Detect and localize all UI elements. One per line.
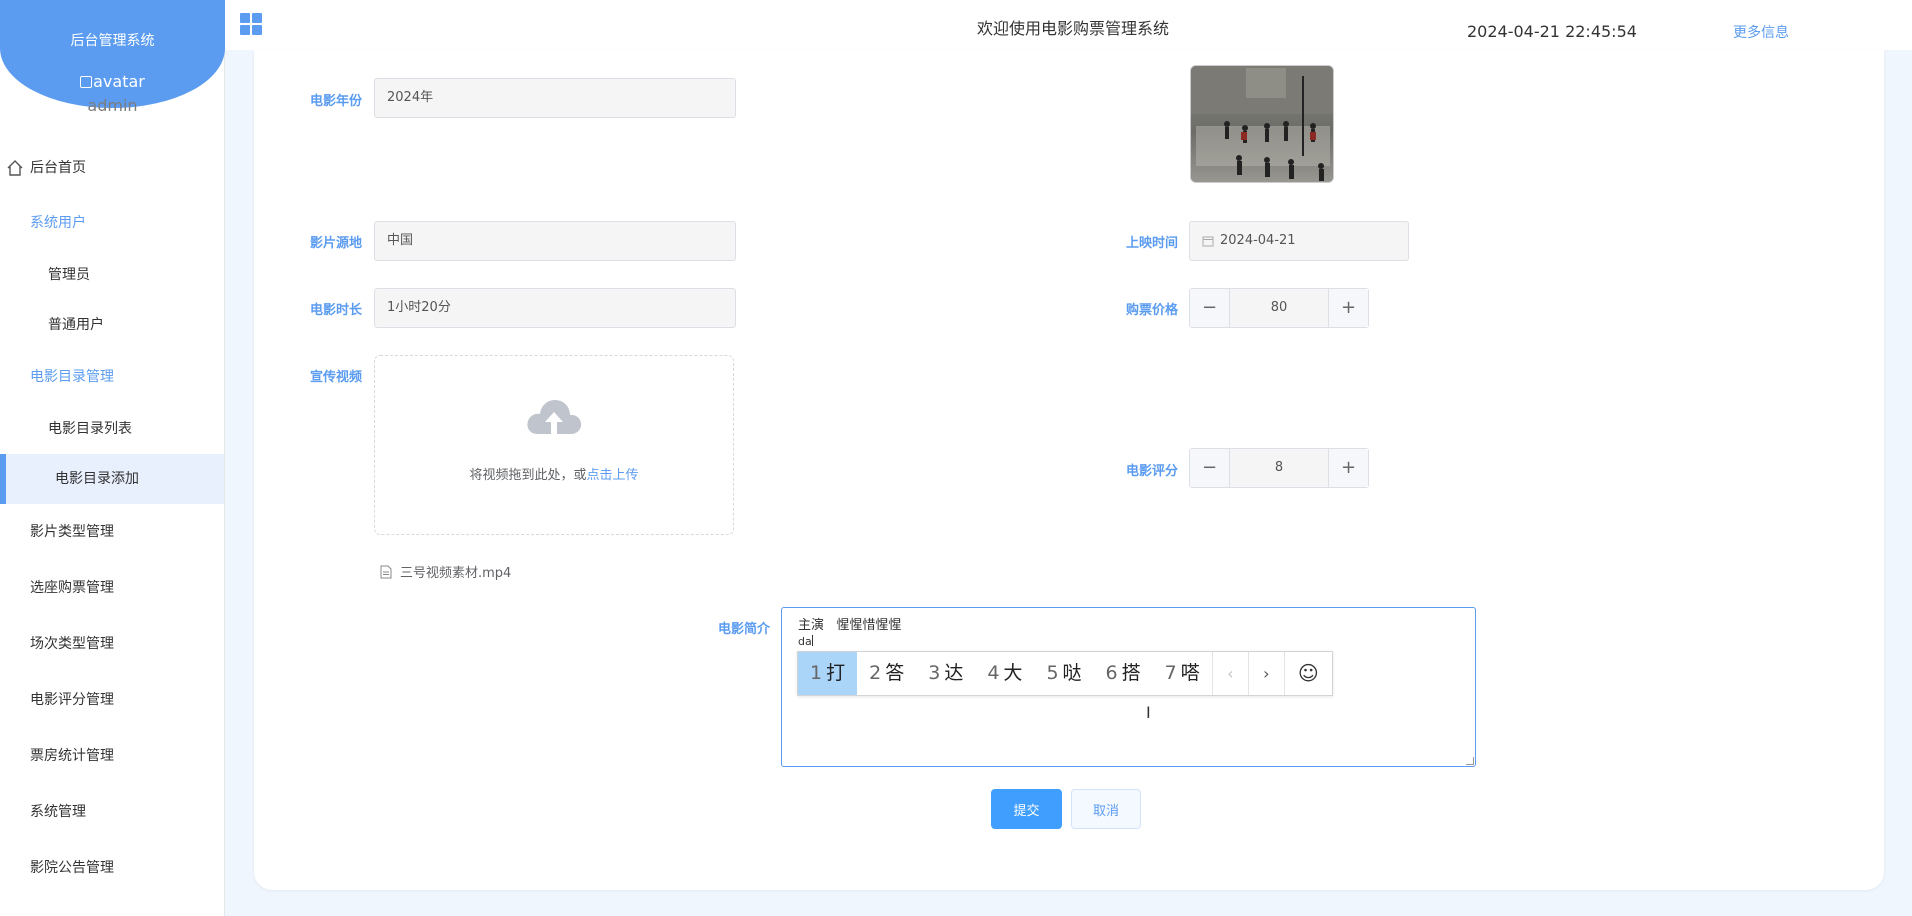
upload-hint-text: 将视频拖到此处，或 [469,468,587,483]
price-increase-button[interactable]: + [1328,289,1368,327]
ime-prev-page-icon[interactable]: ‹ [1211,652,1248,695]
ime-composition-text: da [798,635,812,648]
ime-candidate[interactable]: 4大 [975,652,1034,695]
page-title: 欢迎使用电影购票管理系统 [977,19,1170,38]
sidebar-item-ratings[interactable]: 电影评分管理 [0,672,224,728]
price-value[interactable]: 80 [1230,289,1328,327]
avatar: avatar [0,72,225,91]
video-label: 宣传视频 [309,370,362,385]
home-icon [7,160,23,176]
ime-candidate[interactable]: 2答 [857,652,916,695]
intro-text-line: 主演 惺惺惜惺惺 [798,618,902,633]
username: admin [87,96,138,115]
rating-stepper: − 8 + [1189,448,1369,488]
rating-increase-button[interactable]: + [1328,449,1368,487]
text-caret [811,635,813,646]
grid-menu-icon[interactable] [240,13,262,35]
duration-label: 电影时长 [309,303,362,318]
sidebar-item-box-office[interactable]: 票房统计管理 [0,728,224,784]
sidebar-item-users[interactable]: 普通用户 [0,300,224,350]
year-label: 电影年份 [309,94,362,109]
ime-candidate-bar: 1打 2答 3达 4大 5哒 6搭 7嗒 ‹ › ☺ [797,651,1333,696]
sidebar-item-seat-booking[interactable]: 选座购票管理 [0,560,224,616]
poster-image [1191,66,1333,182]
release-date-value: 2024-04-21 [1220,233,1296,248]
ime-candidate[interactable]: 1打 [798,652,858,695]
sidebar-item-announcements[interactable]: 影院公告管理 [0,840,224,896]
ime-emoji-icon[interactable]: ☺ [1283,652,1332,695]
ime-candidate[interactable]: 3达 [916,652,975,695]
rating-value[interactable]: 8 [1230,449,1328,487]
resize-handle[interactable] [1466,757,1474,765]
broken-image-icon [80,76,93,88]
video-upload-dropzone[interactable]: 将视频拖到此处，或点击上传 [374,355,734,535]
cancel-button[interactable]: 取消 [1071,789,1141,829]
sidebar-menu: 后台首页 系统用户 管理员 普通用户 电影目录管理 电影目录列表 电影目录添加 … [0,140,224,896]
sidebar-item-system[interactable]: 系统管理 [0,784,224,840]
uploaded-file-name: 三号视频素材.mp4 [400,566,512,581]
document-icon [380,565,392,578]
ime-next-page-icon[interactable]: › [1247,652,1284,695]
current-datetime: 2024-04-21 22:45:54 [1467,22,1637,41]
sidebar-item-admins[interactable]: 管理员 [0,250,224,300]
sidebar: 后台管理系统 avatar admin 后台首页 系统用户 管理员 普通用户 电… [0,0,225,916]
release-date-label: 上映时间 [1125,236,1178,251]
ime-candidate[interactable]: 5哒 [1034,652,1093,695]
ime-candidate[interactable]: 6搭 [1094,652,1153,695]
duration-field[interactable]: 1小时20分 [374,288,736,328]
upload-hint: 将视频拖到此处，或点击上传 [375,464,733,483]
sidebar-group-system-users[interactable]: 系统用户 [0,196,224,250]
calendar-icon [1202,236,1214,247]
price-label: 购票价格 [1125,303,1178,318]
sidebar-item-movie-add[interactable]: 电影目录添加 [0,454,224,504]
origin-label: 影片源地 [309,236,362,251]
price-stepper: − 80 + [1189,288,1369,328]
rating-decrease-button[interactable]: − [1190,449,1230,487]
rating-label: 电影评分 [1125,464,1178,479]
sidebar-item-home[interactable]: 后台首页 [0,140,224,196]
text-cursor-icon: I [1146,703,1151,722]
cloud-upload-icon [527,400,582,434]
ime-candidate[interactable]: 7嗒 [1153,652,1212,695]
brand-title: 后台管理系统 [70,33,155,49]
click-to-upload-link[interactable]: 点击上传 [587,468,639,483]
sidebar-group-movie-catalog[interactable]: 电影目录管理 [0,350,224,404]
release-date-picker[interactable]: 2024-04-21 [1189,221,1409,261]
more-info-link[interactable]: 更多信息 [1733,22,1789,42]
top-header: 欢迎使用电影购票管理系统 2024-04-21 22:45:54 更多信息 [225,0,1912,50]
uploaded-file-item[interactable]: 三号视频素材.mp4 [380,562,511,581]
sidebar-item-session-types[interactable]: 场次类型管理 [0,616,224,672]
intro-label: 电影简介 [717,622,770,637]
sidebar-item-genres[interactable]: 影片类型管理 [0,504,224,560]
price-decrease-button[interactable]: − [1190,289,1230,327]
sidebar-item-movie-list[interactable]: 电影目录列表 [0,404,224,454]
year-field[interactable]: 2024年 [374,78,736,118]
brand-panel: 后台管理系统 avatar admin [0,0,225,115]
sidebar-item-label: 后台首页 [30,160,86,176]
intro-composing-line: da [798,635,1459,648]
origin-field[interactable]: 中国 [374,221,736,261]
avatar-alt-text: avatar [93,72,145,91]
movie-poster[interactable] [1190,65,1334,183]
submit-button[interactable]: 提交 [991,789,1062,829]
